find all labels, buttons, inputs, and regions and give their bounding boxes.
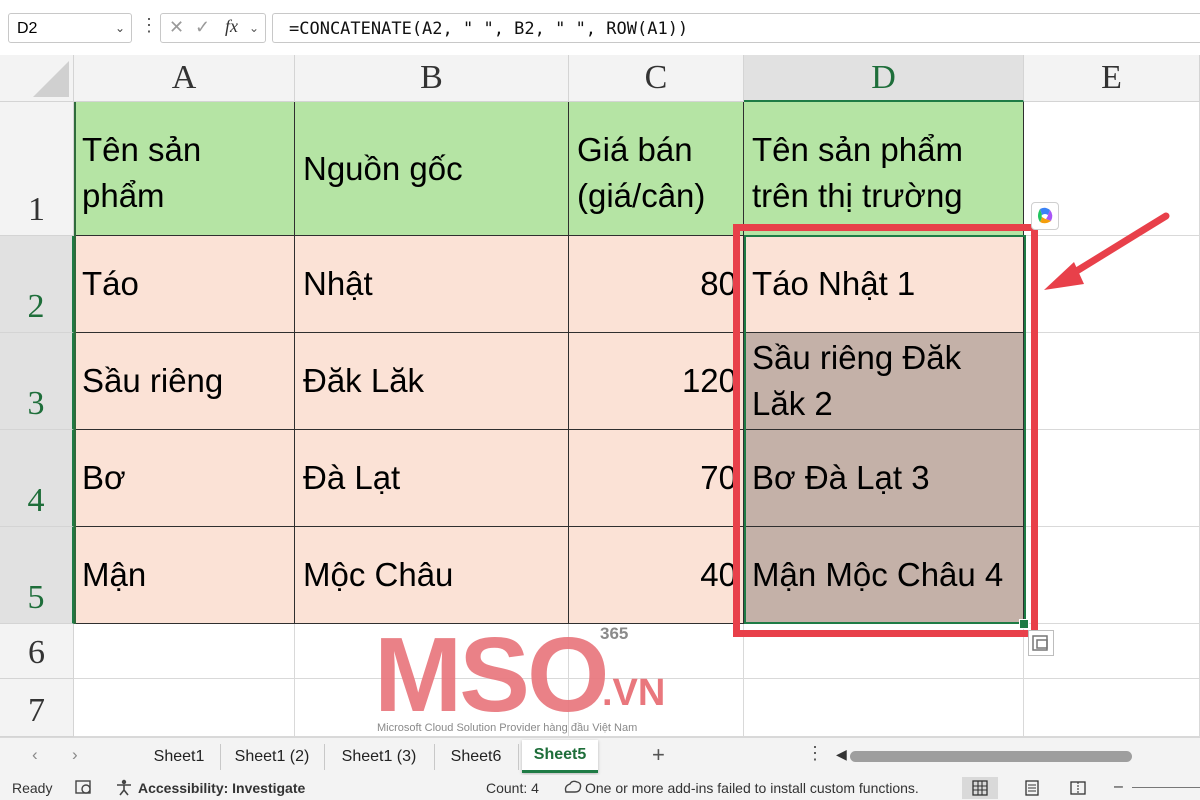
cell-b4[interactable]: Đà Lạt [295, 430, 569, 527]
table-border-left [74, 102, 76, 624]
row-header-5[interactable]: 5 [0, 527, 74, 624]
annotation-arrow-icon [1044, 212, 1170, 290]
cell-a3[interactable]: Sầu riêng [74, 333, 295, 430]
cell-b5[interactable]: Mộc Châu [295, 527, 569, 624]
sheet-tab-sheet1-3[interactable]: Sheet1 (3) [324, 744, 435, 770]
cell-d4[interactable]: Bơ Đà Lạt 3 [744, 430, 1024, 527]
row-header-2[interactable]: 2 [0, 236, 74, 333]
watermark-tagline: Microsoft Cloud Solution Provider hàng đ… [377, 722, 638, 734]
cell-a2[interactable]: Táo [74, 236, 295, 333]
formula-bar: D2 ⌄ ⋮ ✕ ✓ fx ⌄ =CONCATENATE(A2, " ", B2… [0, 0, 1200, 55]
column-header-e[interactable]: E [1024, 55, 1200, 102]
column-header-c[interactable]: C [569, 55, 744, 102]
cell-d7[interactable] [744, 679, 1024, 737]
watermark-superscript: 365 [600, 624, 629, 643]
cell-d1[interactable]: Tên sản phẩm trên thị trường [744, 102, 1024, 236]
more-options-icon[interactable]: ⋮ [140, 15, 158, 36]
confirm-icon[interactable]: ✓ [195, 17, 210, 38]
horizontal-scrollbar[interactable] [850, 751, 1132, 762]
cell-e4[interactable] [1024, 430, 1200, 527]
formula-tools: ✕ ✓ fx ⌄ [160, 13, 266, 43]
zoom-out-icon[interactable]: – [1114, 778, 1123, 796]
chevron-right-icon[interactable]: › [72, 745, 78, 765]
insert-function-icon[interactable]: fx [225, 16, 238, 37]
add-sheet-icon[interactable]: + [652, 742, 665, 768]
cell-a5[interactable]: Mận [74, 527, 295, 624]
scroll-left-icon[interactable]: ◀ [836, 746, 847, 763]
cell-a1[interactable]: Tên sản phẩm [74, 102, 295, 236]
cell-d3[interactable]: Sầu riêng Đăk Lăk 2 [744, 333, 1024, 430]
sheet-tab-sheet5[interactable]: Sheet5 [522, 740, 598, 773]
more-tabs-icon[interactable]: ⋮ [806, 743, 824, 764]
chevron-down-icon[interactable]: ⌄ [249, 21, 259, 35]
select-all-button[interactable] [0, 55, 74, 102]
column-header-b[interactable]: B [295, 55, 569, 102]
cell-c1[interactable]: Giá bán (giá/cân) [569, 102, 744, 236]
cell-b1[interactable]: Nguồn gốc [295, 102, 569, 236]
cell-c5[interactable]: 40 [569, 527, 744, 624]
status-addin-message: One or more add-ins failed to install cu… [585, 780, 919, 796]
addin-warning-icon [562, 778, 584, 799]
cell-d6[interactable] [744, 624, 1024, 679]
formula-text: =CONCATENATE(A2, " ", B2, " ", ROW(A1)) [289, 19, 689, 39]
row-header-1[interactable]: 1 [0, 102, 74, 236]
cell-b3[interactable]: Đăk Lăk [295, 333, 569, 430]
cell-c3[interactable]: 120 [569, 333, 744, 430]
status-accessibility[interactable]: Accessibility: Investigate [138, 780, 305, 796]
cell-c4[interactable]: 70 [569, 430, 744, 527]
fill-handle[interactable] [1019, 619, 1029, 629]
cell-d5[interactable]: Mận Mộc Châu 4 [744, 527, 1024, 624]
sheet-tab-bar: ‹ › Sheet1 Sheet1 (2) Sheet1 (3) Sheet6 … [0, 737, 1200, 775]
chevron-down-icon[interactable]: ⌄ [115, 21, 125, 35]
name-box-value: D2 [17, 20, 38, 37]
macro-record-icon[interactable] [74, 778, 94, 799]
row-header-7[interactable]: 7 [0, 679, 74, 737]
copilot-icon[interactable] [1031, 202, 1059, 230]
cell-e7[interactable] [1024, 679, 1200, 737]
cell-b2[interactable]: Nhật [295, 236, 569, 333]
status-count: Count: 4 [486, 780, 539, 796]
cancel-icon[interactable]: ✕ [169, 17, 184, 38]
page-break-view-icon[interactable] [1060, 777, 1096, 799]
zoom-slider[interactable] [1132, 787, 1200, 788]
cell-c2[interactable]: 80 [569, 236, 744, 333]
status-bar: Ready Accessibility: Investigate Count: … [0, 775, 1200, 800]
sheet-tab-sheet1[interactable]: Sheet1 [138, 744, 221, 770]
status-ready: Ready [12, 780, 53, 796]
watermark-suffix: .VN [602, 672, 666, 714]
sheet-tab-sheet6[interactable]: Sheet6 [434, 744, 519, 770]
accessibility-icon[interactable] [114, 778, 134, 799]
column-header-d[interactable]: D [744, 55, 1024, 102]
row-header-4[interactable]: 4 [0, 430, 74, 527]
page-layout-view-icon[interactable] [1014, 777, 1050, 799]
watermark-logo: MSO [374, 616, 609, 734]
chevron-left-icon[interactable]: ‹ [32, 745, 38, 765]
cell-d2[interactable]: Táo Nhật 1 [744, 236, 1024, 333]
cell-a6[interactable] [74, 624, 295, 679]
cell-a4[interactable]: Bơ [74, 430, 295, 527]
cell-a7[interactable] [74, 679, 295, 737]
cell-e3[interactable] [1024, 333, 1200, 430]
sheet-tab-sheet1-2[interactable]: Sheet1 (2) [220, 744, 325, 770]
cell-e5[interactable] [1024, 527, 1200, 624]
row-header-3[interactable]: 3 [0, 333, 74, 430]
name-box[interactable]: D2 ⌄ [8, 13, 132, 43]
select-all-triangle [33, 61, 69, 97]
normal-view-icon[interactable] [962, 777, 998, 799]
formula-input[interactable]: =CONCATENATE(A2, " ", B2, " ", ROW(A1)) [272, 13, 1200, 43]
paste-options-icon[interactable] [1028, 630, 1054, 656]
column-header-a[interactable]: A [74, 55, 295, 102]
row-header-6[interactable]: 6 [0, 624, 74, 679]
